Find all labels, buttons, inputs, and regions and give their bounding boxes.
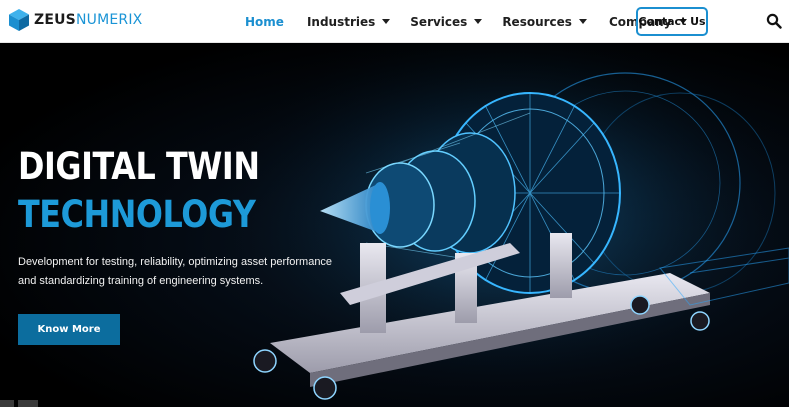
nav-resources-label: Resources [502,14,572,29]
brand-name: ZEUSNUMERIX [34,12,142,28]
hero-banner: DIGITAL TWIN TECHNOLOGY Development for … [0,43,789,407]
nav-industries[interactable]: Industries [306,14,391,29]
jet-engine-illustration [230,43,789,407]
nav-services[interactable]: Services [410,14,483,29]
know-more-button[interactable]: Know More [18,314,120,345]
nav-home-label: Home [245,14,284,29]
site-header: ZEUSNUMERIX Home Industries Services Res… [0,0,789,43]
cube-logo-icon [9,9,29,31]
slider-next-control[interactable] [18,400,38,407]
hero-description-line2: and standardizing training of engineerin… [18,275,264,287]
slider-prev-control[interactable] [0,400,14,407]
contact-us-label: Contact Us [638,15,706,28]
brand-name-bold: ZEUS [34,12,76,28]
contact-us-button[interactable]: Contact Us [636,7,708,36]
chevron-down-icon [382,19,391,24]
hero-headline-line1: DIGITAL TWIN [18,145,260,188]
main-nav: Home Industries Services Resources Compa… [245,0,687,43]
search-icon[interactable] [766,13,782,29]
hero-description: Development for testing, reliability, op… [18,253,358,291]
nav-industries-label: Industries [306,14,376,29]
hero-headline-line2: TECHNOLOGY [18,193,256,236]
nav-home[interactable]: Home [245,15,284,29]
chevron-down-icon [578,19,587,24]
nav-services-label: Services [410,14,468,29]
brand-name-light: NUMERIX [75,12,143,28]
brand-logo[interactable]: ZEUSNUMERIX [8,8,142,32]
nav-resources[interactable]: Resources [502,15,587,29]
chevron-down-icon [474,19,483,24]
hero-description-line1: Development for testing, reliability, op… [18,256,333,268]
know-more-label: Know More [37,324,101,335]
